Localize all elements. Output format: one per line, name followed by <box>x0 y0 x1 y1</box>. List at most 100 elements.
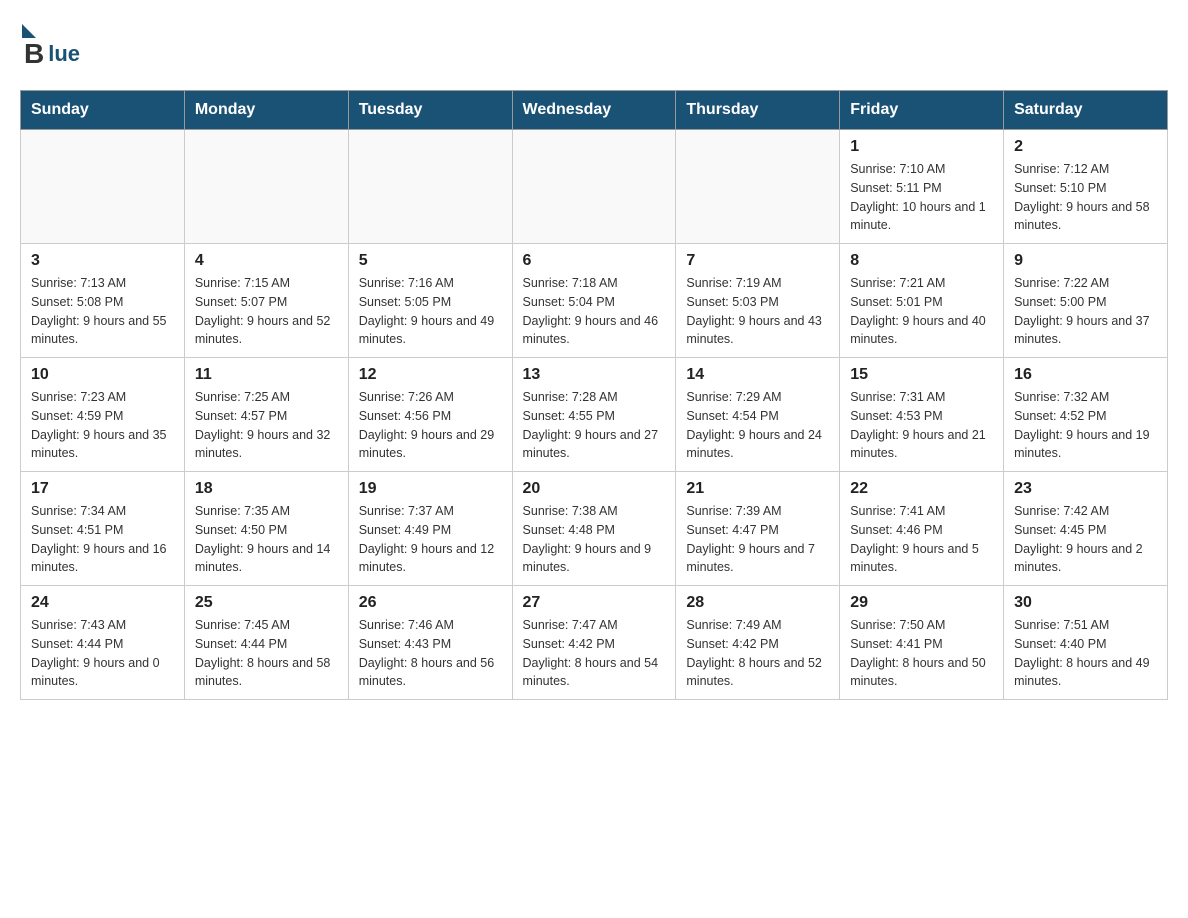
day-number: 29 <box>850 594 993 612</box>
page-header: B lue <box>20 20 1168 70</box>
day-info: Sunrise: 7:39 AMSunset: 4:47 PMDaylight:… <box>686 502 829 577</box>
day-number: 6 <box>523 252 666 270</box>
calendar-cell: 19 Sunrise: 7:37 AMSunset: 4:49 PMDayligh… <box>348 472 512 586</box>
logo-b-text: B <box>24 38 44 70</box>
day-info: Sunrise: 7:49 AMSunset: 4:42 PMDaylight:… <box>686 616 829 691</box>
day-number: 17 <box>31 480 174 498</box>
calendar-cell <box>184 130 348 244</box>
day-info: Sunrise: 7:26 AMSunset: 4:56 PMDaylight:… <box>359 388 502 463</box>
day-number: 10 <box>31 366 174 384</box>
day-number: 7 <box>686 252 829 270</box>
logo-arrow-icon <box>22 24 36 38</box>
day-info: Sunrise: 7:28 AMSunset: 4:55 PMDaylight:… <box>523 388 666 463</box>
day-info: Sunrise: 7:29 AMSunset: 4:54 PMDaylight:… <box>686 388 829 463</box>
day-number: 14 <box>686 366 829 384</box>
calendar-header-row: SundayMondayTuesdayWednesdayThursdayFrid… <box>21 91 1168 130</box>
calendar-cell: 20 Sunrise: 7:38 AMSunset: 4:48 PMDayligh… <box>512 472 676 586</box>
calendar-cell: 21Sunrise: 7:39 AMSunset: 4:47 PMDayligh… <box>676 472 840 586</box>
weekday-header-saturday: Saturday <box>1004 91 1168 130</box>
calendar-cell: 16 Sunrise: 7:32 AMSunset: 4:52 PMDayligh… <box>1004 358 1168 472</box>
calendar-cell: 4Sunrise: 7:15 AMSunset: 5:07 PMDaylight… <box>184 244 348 358</box>
calendar-cell: 10 Sunrise: 7:23 AMSunset: 4:59 PMDayligh… <box>21 358 185 472</box>
logo-blue-text: lue <box>48 41 80 67</box>
calendar-cell: 1 Sunrise: 7:10 AMSunset: 5:11 PMDaylight… <box>840 130 1004 244</box>
week-row-2: 3 Sunrise: 7:13 AMSunset: 5:08 PMDaylight… <box>21 244 1168 358</box>
day-number: 15 <box>850 366 993 384</box>
calendar-cell: 26 Sunrise: 7:46 AMSunset: 4:43 PMDayligh… <box>348 586 512 700</box>
day-number: 20 <box>523 480 666 498</box>
calendar-cell: 24 Sunrise: 7:43 AMSunset: 4:44 PMDayligh… <box>21 586 185 700</box>
day-info: Sunrise: 7:32 AMSunset: 4:52 PMDaylight:… <box>1014 388 1157 463</box>
day-number: 16 <box>1014 366 1157 384</box>
weekday-header-sunday: Sunday <box>21 91 185 130</box>
day-number: 2 <box>1014 138 1157 156</box>
day-number: 25 <box>195 594 338 612</box>
day-info: Sunrise: 7:37 AMSunset: 4:49 PMDaylight:… <box>359 502 502 577</box>
day-number: 23 <box>1014 480 1157 498</box>
weekday-header-monday: Monday <box>184 91 348 130</box>
day-number: 1 <box>850 138 993 156</box>
calendar-cell: 14 Sunrise: 7:29 AMSunset: 4:54 PMDayligh… <box>676 358 840 472</box>
calendar-cell <box>21 130 185 244</box>
day-info: Sunrise: 7:15 AMSunset: 5:07 PMDaylight:… <box>195 274 338 349</box>
day-info: Sunrise: 7:38 AMSunset: 4:48 PMDaylight:… <box>523 502 666 577</box>
weekday-header-wednesday: Wednesday <box>512 91 676 130</box>
day-info: Sunrise: 7:21 AMSunset: 5:01 PMDaylight:… <box>850 274 993 349</box>
day-number: 22 <box>850 480 993 498</box>
day-number: 27 <box>523 594 666 612</box>
day-number: 11 <box>195 366 338 384</box>
calendar-cell <box>348 130 512 244</box>
calendar-cell: 9 Sunrise: 7:22 AMSunset: 5:00 PMDaylight… <box>1004 244 1168 358</box>
calendar-cell: 29Sunrise: 7:50 AMSunset: 4:41 PMDayligh… <box>840 586 1004 700</box>
week-row-1: 1 Sunrise: 7:10 AMSunset: 5:11 PMDaylight… <box>21 130 1168 244</box>
day-number: 9 <box>1014 252 1157 270</box>
calendar-cell: 17 Sunrise: 7:34 AMSunset: 4:51 PMDayligh… <box>21 472 185 586</box>
day-info: Sunrise: 7:23 AMSunset: 4:59 PMDaylight:… <box>31 388 174 463</box>
day-number: 28 <box>686 594 829 612</box>
weekday-header-friday: Friday <box>840 91 1004 130</box>
calendar-cell: 18Sunrise: 7:35 AMSunset: 4:50 PMDayligh… <box>184 472 348 586</box>
day-number: 19 <box>359 480 502 498</box>
day-number: 3 <box>31 252 174 270</box>
day-info: Sunrise: 7:12 AMSunset: 5:10 PMDaylight:… <box>1014 160 1157 235</box>
calendar-cell <box>676 130 840 244</box>
calendar-cell: 13 Sunrise: 7:28 AMSunset: 4:55 PMDayligh… <box>512 358 676 472</box>
day-number: 24 <box>31 594 174 612</box>
day-number: 13 <box>523 366 666 384</box>
weekday-header-thursday: Thursday <box>676 91 840 130</box>
day-info: Sunrise: 7:19 AMSunset: 5:03 PMDaylight:… <box>686 274 829 349</box>
calendar-cell: 28 Sunrise: 7:49 AMSunset: 4:42 PMDayligh… <box>676 586 840 700</box>
day-info: Sunrise: 7:25 AMSunset: 4:57 PMDaylight:… <box>195 388 338 463</box>
calendar-cell: 30 Sunrise: 7:51 AMSunset: 4:40 PMDayligh… <box>1004 586 1168 700</box>
day-info: Sunrise: 7:10 AMSunset: 5:11 PMDaylight:… <box>850 160 993 235</box>
day-info: Sunrise: 7:22 AMSunset: 5:00 PMDaylight:… <box>1014 274 1157 349</box>
day-info: Sunrise: 7:16 AMSunset: 5:05 PMDaylight:… <box>359 274 502 349</box>
calendar-cell: 27 Sunrise: 7:47 AMSunset: 4:42 PMDayligh… <box>512 586 676 700</box>
day-info: Sunrise: 7:46 AMSunset: 4:43 PMDaylight:… <box>359 616 502 691</box>
week-row-3: 10 Sunrise: 7:23 AMSunset: 4:59 PMDayligh… <box>21 358 1168 472</box>
day-info: Sunrise: 7:51 AMSunset: 4:40 PMDaylight:… <box>1014 616 1157 691</box>
calendar-cell <box>512 130 676 244</box>
day-number: 26 <box>359 594 502 612</box>
calendar-cell: 2 Sunrise: 7:12 AMSunset: 5:10 PMDaylight… <box>1004 130 1168 244</box>
calendar-cell: 25Sunrise: 7:45 AMSunset: 4:44 PMDayligh… <box>184 586 348 700</box>
calendar-cell: 12Sunrise: 7:26 AMSunset: 4:56 PMDayligh… <box>348 358 512 472</box>
day-info: Sunrise: 7:43 AMSunset: 4:44 PMDaylight:… <box>31 616 174 691</box>
day-info: Sunrise: 7:18 AMSunset: 5:04 PMDaylight:… <box>523 274 666 349</box>
day-number: 30 <box>1014 594 1157 612</box>
day-info: Sunrise: 7:31 AMSunset: 4:53 PMDaylight:… <box>850 388 993 463</box>
day-info: Sunrise: 7:13 AMSunset: 5:08 PMDaylight:… <box>31 274 174 349</box>
day-info: Sunrise: 7:47 AMSunset: 4:42 PMDaylight:… <box>523 616 666 691</box>
weekday-header-tuesday: Tuesday <box>348 91 512 130</box>
calendar-cell: 22 Sunrise: 7:41 AMSunset: 4:46 PMDayligh… <box>840 472 1004 586</box>
day-info: Sunrise: 7:41 AMSunset: 4:46 PMDaylight:… <box>850 502 993 577</box>
calendar-cell: 3 Sunrise: 7:13 AMSunset: 5:08 PMDaylight… <box>21 244 185 358</box>
day-number: 18 <box>195 480 338 498</box>
calendar-cell: 6 Sunrise: 7:18 AMSunset: 5:04 PMDaylight… <box>512 244 676 358</box>
day-info: Sunrise: 7:34 AMSunset: 4:51 PMDaylight:… <box>31 502 174 577</box>
calendar-cell: 15 Sunrise: 7:31 AMSunset: 4:53 PMDayligh… <box>840 358 1004 472</box>
week-row-4: 17 Sunrise: 7:34 AMSunset: 4:51 PMDayligh… <box>21 472 1168 586</box>
calendar-cell: 5Sunrise: 7:16 AMSunset: 5:05 PMDaylight… <box>348 244 512 358</box>
day-number: 8 <box>850 252 993 270</box>
calendar-cell: 23Sunrise: 7:42 AMSunset: 4:45 PMDayligh… <box>1004 472 1168 586</box>
